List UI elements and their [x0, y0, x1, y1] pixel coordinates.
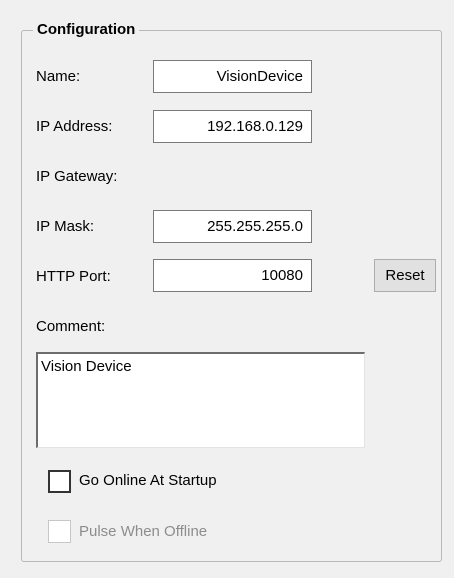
comment-textarea[interactable]: Vision Device [36, 352, 365, 448]
ip-address-label: IP Address: [36, 118, 113, 135]
reset-button[interactable]: Reset [374, 259, 436, 292]
pulse-offline-checkbox [48, 520, 71, 543]
ip-address-input[interactable]: 192.168.0.129 [153, 110, 312, 143]
comment-label: Comment: [36, 318, 106, 335]
go-online-checkbox[interactable] [48, 470, 71, 493]
ip-mask-label: IP Mask: [36, 218, 95, 235]
http-port-label: HTTP Port: [36, 268, 111, 285]
ip-gateway-label: IP Gateway: [36, 168, 118, 185]
pulse-offline-label: Pulse When Offline [79, 523, 208, 540]
go-online-label[interactable]: Go Online At Startup [79, 472, 217, 489]
configuration-title: Configuration [33, 21, 140, 38]
http-port-input[interactable]: 10080 [153, 259, 312, 292]
name-input[interactable]: VisionDevice [153, 60, 312, 93]
ip-mask-input[interactable]: 255.255.255.0 [153, 210, 312, 243]
name-label: Name: [36, 68, 81, 85]
